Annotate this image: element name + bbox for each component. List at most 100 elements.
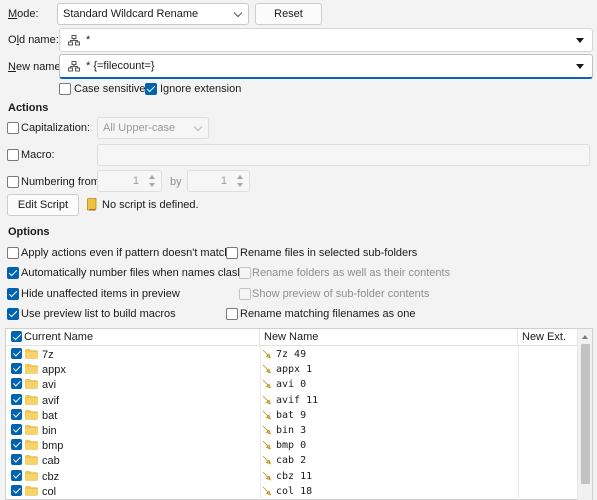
old-name-field[interactable]: * bbox=[59, 28, 593, 52]
scroll-up-icon[interactable] bbox=[582, 335, 588, 339]
row-checkbox[interactable] bbox=[11, 484, 22, 496]
table-row[interactable]: avif avif 11 bbox=[6, 393, 578, 408]
table-row[interactable]: bin bin 3 bbox=[6, 423, 578, 438]
show-preview-subfolder-label: Show preview of sub-folder contents bbox=[252, 288, 430, 300]
capitalization-checkbox[interactable] bbox=[7, 122, 19, 134]
old-name-label: Old name: bbox=[8, 34, 59, 46]
column-new-name-label: New Name bbox=[264, 331, 319, 343]
numbering-by-stepper[interactable]: 1 bbox=[187, 170, 250, 192]
column-new-name[interactable]: New Name bbox=[260, 329, 518, 346]
spin-down-icon[interactable] bbox=[149, 183, 155, 187]
folder-icon bbox=[25, 470, 38, 481]
folder-icon bbox=[25, 394, 38, 405]
current-name-cell: cbz bbox=[42, 470, 60, 483]
numbering-from-stepper[interactable]: 1 bbox=[97, 170, 162, 192]
row-checkbox[interactable] bbox=[11, 348, 22, 359]
preview-list[interactable]: Current Name New Name New Ext. 7z 7z 49 ap… bbox=[5, 328, 593, 500]
mode-label: Mode: bbox=[8, 8, 39, 20]
numbering-label: Numbering from: bbox=[21, 176, 103, 188]
spin-up-icon[interactable] bbox=[149, 175, 155, 179]
edit-script-label: Edit Script bbox=[17, 199, 69, 211]
table-row[interactable]: 7z 7z 49 bbox=[6, 347, 578, 362]
current-name-cell: col bbox=[42, 485, 57, 498]
case-sensitive-checkbox[interactable] bbox=[59, 83, 71, 95]
rename-arrow-icon bbox=[262, 380, 271, 389]
table-row[interactable]: bmp bmp 0 bbox=[6, 438, 578, 453]
new-name-cell: avif 11 bbox=[276, 394, 319, 406]
apply-actions-checkbox[interactable] bbox=[7, 247, 19, 259]
capitalization-label: Capitalization: bbox=[21, 122, 91, 134]
new-name-cell: bin 3 bbox=[276, 425, 307, 436]
rename-matching-checkbox[interactable] bbox=[226, 308, 238, 320]
folder-icon bbox=[25, 364, 38, 374]
use-preview-list-label: Use preview list to build macros bbox=[21, 308, 176, 320]
row-checkbox[interactable] bbox=[11, 378, 22, 390]
new-name-label: New name: bbox=[8, 61, 64, 73]
spin-up-icon[interactable] bbox=[237, 175, 243, 179]
scrollbar-thumb[interactable] bbox=[581, 344, 590, 484]
row-checkbox[interactable] bbox=[11, 439, 22, 451]
table-row[interactable]: col col 18 bbox=[6, 484, 578, 499]
rename-arrow-icon bbox=[262, 364, 271, 374]
edit-script-button[interactable]: Edit Script bbox=[7, 194, 79, 216]
new-name-cell: avi 0 bbox=[276, 379, 307, 391]
column-new-ext[interactable]: New Ext. bbox=[518, 329, 578, 346]
rename-arrow-icon bbox=[262, 425, 271, 435]
old-name-value: * bbox=[86, 34, 91, 46]
hide-unaffected-checkbox[interactable] bbox=[7, 288, 19, 300]
folder-icon bbox=[25, 425, 38, 435]
macro-checkbox[interactable] bbox=[7, 149, 19, 161]
show-preview-subfolder-checkbox[interactable] bbox=[239, 288, 251, 300]
rename-arrow-icon bbox=[262, 440, 271, 450]
use-preview-list-checkbox[interactable] bbox=[7, 308, 19, 320]
folder-icon bbox=[25, 485, 38, 496]
row-checkbox[interactable] bbox=[11, 393, 22, 405]
table-row[interactable]: cbz cbz 11 bbox=[6, 469, 578, 484]
new-name-cell: col 18 bbox=[276, 485, 313, 497]
row-checkbox[interactable] bbox=[11, 469, 22, 481]
table-row[interactable]: appx appx 1 bbox=[6, 362, 578, 377]
column-current-name-label: Current Name bbox=[24, 331, 94, 343]
folder-icon bbox=[25, 409, 38, 420]
row-checkbox[interactable] bbox=[11, 363, 22, 375]
vertical-scrollbar[interactable] bbox=[577, 329, 592, 500]
chevron-down-icon bbox=[233, 8, 243, 18]
ignore-extension-checkbox[interactable] bbox=[145, 83, 157, 95]
reset-label: Reset bbox=[274, 8, 303, 20]
table-row[interactable]: cab cab 2 bbox=[6, 453, 578, 468]
dropdown-arrow-icon[interactable] bbox=[576, 38, 584, 43]
row-checkbox[interactable] bbox=[11, 424, 22, 435]
hide-unaffected-label: Hide unaffected items in preview bbox=[21, 288, 180, 300]
mode-dropdown[interactable]: Standard Wildcard Rename bbox=[57, 3, 249, 25]
macro-input[interactable] bbox=[97, 144, 590, 166]
column-current-name[interactable]: Current Name bbox=[20, 329, 260, 346]
spin-down-icon[interactable] bbox=[237, 183, 243, 187]
row-checkbox[interactable] bbox=[11, 454, 22, 466]
current-name-cell: avi bbox=[42, 379, 57, 392]
current-name-cell: avif bbox=[42, 394, 60, 407]
numbering-from-value: 1 bbox=[132, 175, 139, 187]
rename-arrow-icon bbox=[262, 456, 271, 465]
rename-folders-contents-checkbox[interactable] bbox=[239, 267, 251, 279]
row-checkbox[interactable] bbox=[11, 408, 22, 420]
table-row[interactable]: bat bat 9 bbox=[6, 408, 578, 423]
folder-icon bbox=[25, 455, 38, 466]
numbering-checkbox[interactable] bbox=[7, 176, 19, 188]
rename-arrow-icon bbox=[262, 471, 271, 481]
capitalization-dropdown[interactable]: All Upper-case bbox=[97, 117, 209, 139]
script-status: No script is defined. bbox=[102, 199, 199, 211]
table-row[interactable]: avi avi 0 bbox=[6, 377, 578, 392]
rename-subfolders-checkbox[interactable] bbox=[226, 247, 238, 259]
current-name-cell: 7z bbox=[42, 349, 54, 361]
options-heading: Options bbox=[8, 226, 50, 238]
new-name-value: * {=filecount=} bbox=[86, 60, 155, 72]
dropdown-arrow-icon[interactable] bbox=[576, 64, 584, 69]
current-name-cell: cab bbox=[42, 455, 60, 468]
script-icon bbox=[87, 198, 97, 211]
reset-button[interactable]: Reset bbox=[255, 3, 322, 25]
new-name-field[interactable]: * {=filecount=} bbox=[59, 54, 593, 79]
current-name-cell: bmp bbox=[42, 440, 64, 453]
column-new-ext-label: New Ext. bbox=[522, 331, 567, 343]
auto-number-checkbox[interactable] bbox=[7, 267, 19, 279]
rename-arrow-icon bbox=[262, 410, 271, 420]
